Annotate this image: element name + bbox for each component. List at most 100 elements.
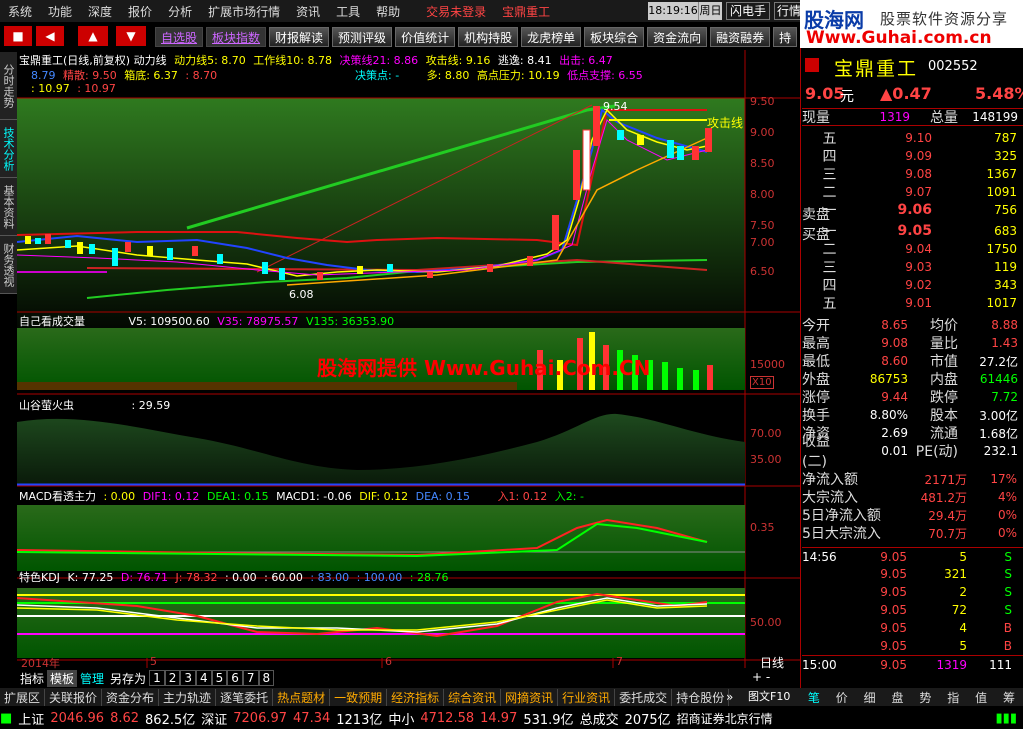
menu-item-news[interactable]: 资讯 — [288, 3, 328, 20]
tick-price: 9.05 — [880, 657, 907, 672]
main-legend-row1: 宝鼎重工(日线,前复权) 动力线 动力线5: 8.70 工作线10: 8.78 … — [19, 52, 617, 68]
menu-item-quote[interactable]: 报价 — [120, 3, 160, 20]
tick-price: 9.05 — [880, 621, 907, 635]
flow-pct: 0% — [997, 508, 1017, 522]
expand-icon[interactable]: » — [726, 688, 733, 706]
quote-tab-chips[interactable]: 筹 — [1003, 689, 1015, 706]
quote-tab-value[interactable]: 值 — [975, 689, 987, 706]
back-button[interactable]: ◀ — [36, 26, 64, 46]
toolbar-rating[interactable]: 预测评级 — [332, 27, 393, 47]
sell-row[interactable]: 二 9.07 1091 — [802, 183, 1023, 201]
tab-7[interactable]: 7 — [242, 670, 259, 686]
toolbar-more[interactable]: 持 — [773, 27, 798, 47]
prev-stock-button[interactable]: ▲ — [78, 26, 108, 46]
stat-label: 外盘 — [802, 372, 830, 388]
stat-value: 1.43 — [991, 336, 1018, 350]
quote-tab-trades[interactable]: 笔 — [808, 689, 820, 706]
side-tab-finance[interactable]: 财务透视 — [0, 236, 17, 294]
toolbar-favorites[interactable]: 自选股 — [155, 27, 204, 47]
legend-high-resistance: 高点压力: 10.19 — [476, 69, 560, 82]
zoom-in-icon[interactable]: + — [752, 670, 762, 684]
tab-8[interactable]: 8 — [258, 670, 275, 686]
zoom-out-icon[interactable]: - — [766, 670, 770, 684]
func-order-detail[interactable]: 逐笔委托 — [216, 688, 274, 706]
menu-item-analysis[interactable]: 分析 — [160, 3, 200, 20]
y-tick: 8.50 — [750, 157, 775, 170]
func-hot-topics[interactable]: 热点题材 — [273, 688, 331, 706]
toolbar-sector-combo[interactable]: 板块综合 — [584, 27, 645, 47]
stat-value: 0.01 — [881, 444, 908, 458]
price-unit: 元 — [840, 89, 854, 105]
func-orders[interactable]: 委托成交 — [615, 688, 673, 706]
tab-4[interactable]: 4 — [195, 670, 212, 686]
chart-area[interactable]: 宝鼎重工(日线,前复权) 动力线 动力线5: 8.70 工作线10: 8.78 … — [16, 50, 800, 671]
toolbar-report[interactable]: 财报解读 — [269, 27, 330, 47]
buy-row[interactable]: 五 9.01 1017 — [802, 294, 1023, 312]
tab-2[interactable]: 2 — [164, 670, 181, 686]
next-stock-button[interactable]: ▼ — [116, 26, 146, 46]
quote-tab-index[interactable]: 指 — [947, 689, 959, 706]
sell-row[interactable]: 四 9.09 325 — [802, 147, 1023, 165]
menu-item-system[interactable]: 系统 — [0, 3, 40, 20]
tab-template[interactable]: 模板 — [47, 669, 78, 687]
volume-unit: X10 — [750, 376, 774, 389]
flash-trade-button[interactable]: 闪电手 — [726, 2, 770, 20]
func-positions[interactable]: 持仓股份 — [672, 688, 730, 706]
func-extend[interactable]: 扩展区 — [0, 688, 46, 706]
toolbar-fund-flow[interactable]: 资金流向 — [647, 27, 708, 47]
home-button[interactable]: ■ — [4, 26, 32, 46]
sell-row[interactable]: 一 9.06 756 — [802, 201, 1023, 219]
buy-level: 五 — [822, 296, 837, 312]
toolbar-sector-index[interactable]: 板块指数 — [206, 27, 267, 47]
func-web-news[interactable]: 网摘资讯 — [501, 688, 559, 706]
func-related-quote[interactable]: 关联报价 — [45, 688, 103, 706]
stat-row: 最高 9.08 量比 1.43 — [802, 334, 1023, 352]
buy-row[interactable]: 三 9.03 119 — [802, 258, 1023, 276]
tab-5[interactable]: 5 — [211, 670, 228, 686]
legend-v135: V135: 36353.90 — [305, 315, 395, 328]
buy-price: 9.02 — [905, 278, 932, 292]
stat-value: 232.1 — [983, 444, 1018, 458]
stat-value: 3.00亿 — [979, 408, 1018, 423]
tab-manage[interactable]: 管理 — [77, 670, 107, 687]
quote-tab-book[interactable]: 盘 — [892, 689, 904, 706]
func-economy[interactable]: 经济指标 — [387, 688, 445, 706]
buy-row[interactable]: 四 9.02 343 — [802, 276, 1023, 294]
f10-button[interactable]: 图文F10 — [748, 688, 790, 706]
menu-item-extended-market[interactable]: 扩展市场行情 — [200, 3, 288, 20]
func-consensus[interactable]: 一致预期 — [330, 688, 388, 706]
quote-tab-trend[interactable]: 势 — [919, 689, 931, 706]
tab-3[interactable]: 3 — [180, 670, 196, 686]
buy-row[interactable]: 一 9.05 683 — [802, 222, 1023, 240]
menu-item-depth[interactable]: 深度 — [80, 3, 120, 20]
tab-indicator[interactable]: 指标 — [17, 670, 47, 687]
tick-row: 9.05 5 B — [802, 637, 1023, 655]
side-tab-technical[interactable]: 技术分析 — [0, 120, 17, 178]
func-fund-dist[interactable]: 资金分布 — [102, 688, 160, 706]
side-tab-intraday[interactable]: 分时走势 — [0, 52, 17, 120]
toolbar-value[interactable]: 价值统计 — [395, 27, 456, 47]
tick-row: 9.05 72 S — [802, 601, 1023, 619]
legend-dif1: DIF1: 0.12 — [142, 490, 200, 503]
toolbar-dragon-tiger[interactable]: 龙虎榜单 — [521, 27, 582, 47]
toolbar-institution[interactable]: 机构持股 — [458, 27, 519, 47]
sell-row[interactable]: 三 9.08 1367 — [802, 165, 1023, 183]
menu-item-tools[interactable]: 工具 — [328, 3, 368, 20]
tab-6[interactable]: 6 — [227, 670, 243, 686]
func-industry-news[interactable]: 行业资讯 — [558, 688, 616, 706]
tick-volume: 1319 — [936, 657, 967, 672]
tab-1[interactable]: 1 — [149, 670, 165, 686]
func-main-track[interactable]: 主力轨迹 — [159, 688, 217, 706]
quote-tab-price[interactable]: 价 — [836, 689, 848, 706]
quote-tab-detail[interactable]: 细 — [864, 689, 876, 706]
menu-item-help[interactable]: 帮助 — [368, 3, 408, 20]
menu-item-function[interactable]: 功能 — [40, 3, 80, 20]
toolbar-margin[interactable]: 融资融券 — [710, 27, 771, 47]
sell-row[interactable]: 五 9.10 787 — [802, 129, 1023, 147]
tab-save-as[interactable]: 另存为 — [107, 670, 149, 687]
login-status[interactable]: 交易未登录 — [418, 3, 494, 20]
side-tab-basic-info[interactable]: 基本资料 — [0, 178, 17, 236]
func-news[interactable]: 综合资讯 — [444, 688, 502, 706]
period-label[interactable]: 日线 — [760, 654, 784, 671]
buy-row[interactable]: 二 9.04 1750 — [802, 240, 1023, 258]
